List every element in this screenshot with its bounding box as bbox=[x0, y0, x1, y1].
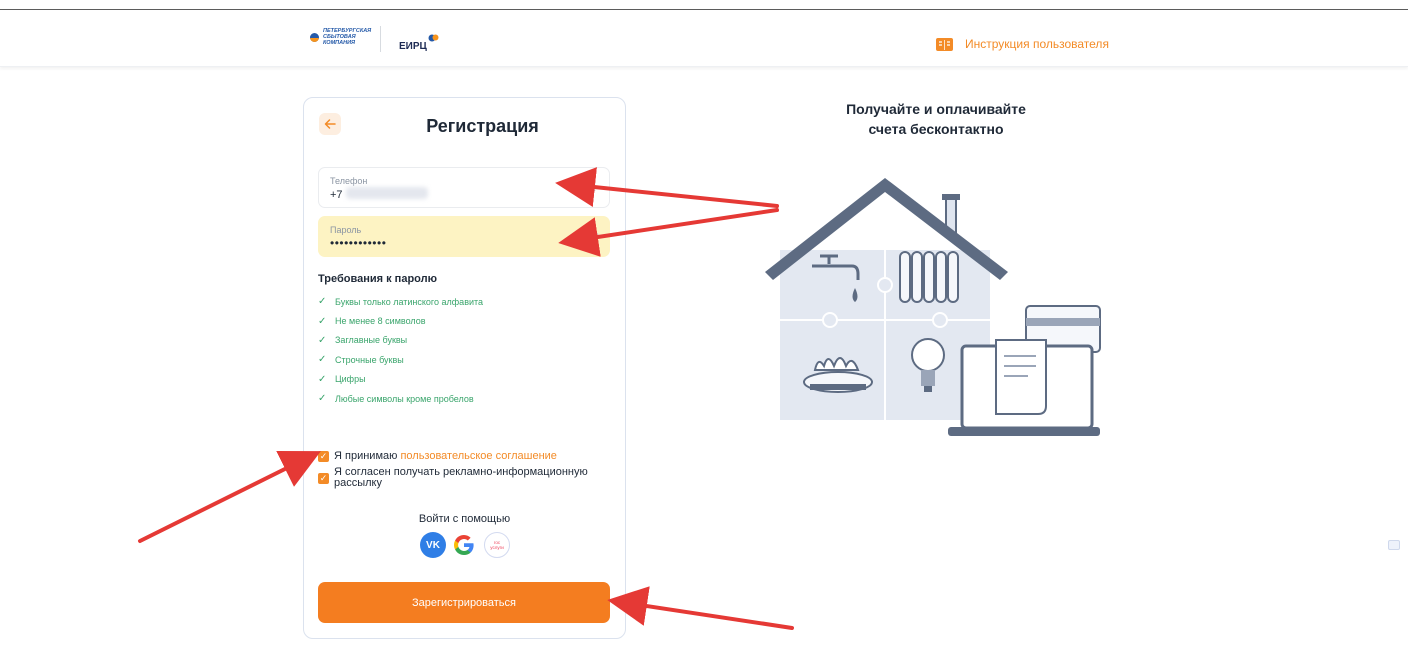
promo-heading: Получайте и оплачивайте счета бесконтакт… bbox=[800, 99, 1072, 139]
agreement-row: ✓ Я принимаю пользовательское соглашение bbox=[318, 451, 557, 462]
vk-icon: VK bbox=[426, 539, 440, 551]
check-icon: ✓ bbox=[318, 296, 327, 308]
eye-icon[interactable] bbox=[585, 231, 599, 241]
psk-logo-icon bbox=[310, 32, 319, 42]
phone-input[interactable]: +7 bbox=[330, 189, 343, 201]
newsletter-checkbox[interactable]: ✓ bbox=[318, 473, 329, 484]
agreement-prefix: Я принимаю bbox=[334, 450, 401, 462]
psk-logo[interactable]: ПЕТЕРБУРГСКАЯ СБЫТОВАЯ КОМПАНИЯ bbox=[310, 28, 371, 46]
register-button[interactable]: Зарегистрироваться bbox=[318, 582, 610, 623]
eirc-logo-text[interactable]: ЕИРЦ bbox=[399, 41, 427, 52]
phone-field[interactable]: Телефон +7 ✕ bbox=[318, 167, 610, 208]
promo-line-1: Получайте и оплачивайте bbox=[846, 101, 1026, 117]
password-requirements-title: Требования к паролю bbox=[318, 273, 437, 285]
check-icon: ✓ bbox=[318, 315, 327, 327]
clear-icon[interactable]: ✕ bbox=[587, 181, 597, 195]
annotation-arrows bbox=[138, 167, 794, 630]
list-item: ✓ Заглавные буквы bbox=[318, 334, 408, 346]
book-icon bbox=[936, 37, 953, 51]
list-item: ✓ Цифры bbox=[318, 373, 366, 385]
phone-label: Телефон bbox=[330, 176, 368, 186]
gosuslugi-login-button[interactable]: гос услуги bbox=[484, 532, 510, 558]
check-icon: ✓ bbox=[318, 354, 327, 366]
password-field[interactable]: Пароль •••••••••••• bbox=[318, 216, 610, 257]
user-guide-link[interactable]: Инструкция пользователя bbox=[936, 37, 1109, 51]
agreement-checkbox[interactable]: ✓ bbox=[318, 451, 329, 462]
check-icon: ✓ bbox=[318, 373, 327, 385]
password-requirements-list: ✓ Буквы только латинского алфавита ✓ Не ме… bbox=[318, 292, 483, 408]
check-icon: ✓ bbox=[318, 334, 327, 346]
newsletter-label: Я согласен получать рекламно-информацион… bbox=[334, 466, 588, 489]
user-agreement-link[interactable]: пользовательское соглашение bbox=[400, 450, 557, 462]
arrow-to-register bbox=[607, 586, 794, 630]
user-guide-label: Инструкция пользователя bbox=[965, 37, 1109, 51]
psk-logo-text: ПЕТЕРБУРГСКАЯ СБЫТОВАЯ КОМПАНИЯ bbox=[323, 28, 372, 46]
house-utilities-illustration bbox=[765, 178, 1101, 436]
phone-number-redacted bbox=[346, 187, 428, 199]
page-title: Регистрация bbox=[426, 116, 539, 136]
gosuslugi-icon: гос услуги bbox=[490, 540, 504, 550]
check-icon: ✓ bbox=[318, 393, 327, 405]
list-item: ✓ Любые символы кроме пробелов bbox=[318, 393, 474, 405]
list-item: ✓ Не менее 8 символов bbox=[318, 315, 426, 327]
google-login-button[interactable] bbox=[451, 532, 477, 558]
site-header: ПЕТЕРБУРГСКАЯ СБЫТОВАЯ КОМПАНИЯ ЕИРЦ Инс… bbox=[0, 10, 1408, 67]
promo-line-2: счета бесконтактно bbox=[868, 121, 1004, 137]
google-icon bbox=[454, 535, 474, 555]
password-label: Пароль bbox=[330, 225, 362, 235]
eirc-logo-icon bbox=[428, 34, 439, 42]
list-item: ✓ Строчные буквы bbox=[318, 354, 404, 366]
logo-divider bbox=[380, 26, 381, 52]
list-item: ✓ Буквы только латинского алфавита bbox=[318, 296, 484, 308]
password-input[interactable]: •••••••••••• bbox=[330, 236, 386, 250]
newsletter-row: ✓ Я согласен получать рекламно-информаци… bbox=[318, 467, 618, 489]
vk-login-button[interactable]: VK bbox=[420, 532, 446, 558]
login-with-label: Войти с помощью bbox=[418, 513, 511, 525]
side-feedback-widget[interactable] bbox=[1388, 540, 1400, 550]
arrow-to-agreement bbox=[138, 450, 321, 543]
